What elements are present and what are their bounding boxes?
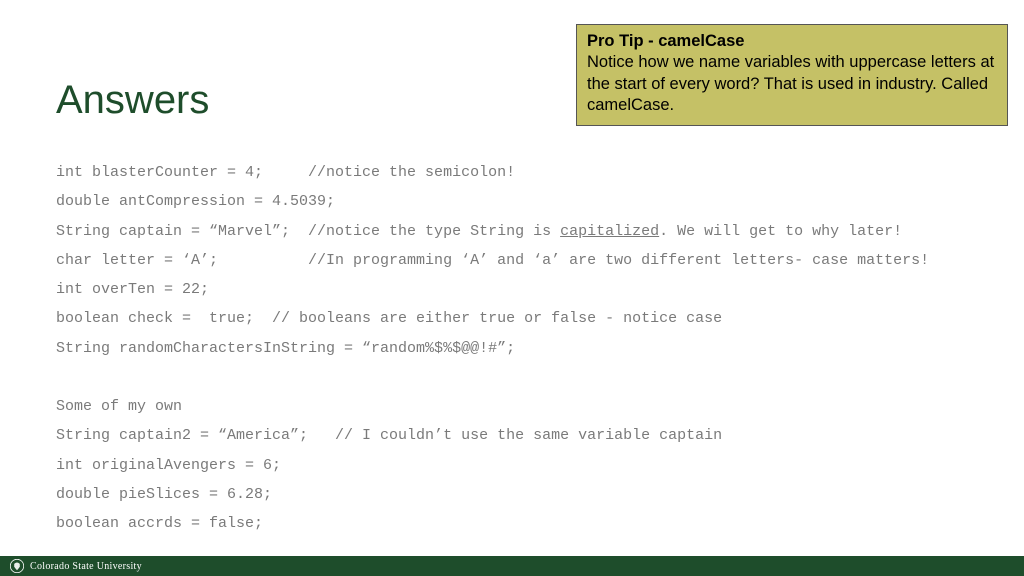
pro-tip-heading: Pro Tip - camelCase — [587, 31, 997, 52]
code-line: String captain = “Marvel”; //notice the … — [56, 223, 560, 240]
code-line: String randomCharactersInString = “rando… — [56, 340, 515, 357]
code-line: double antCompression = 4.5039; — [56, 193, 335, 210]
code-line: boolean check = true; // booleans are ei… — [56, 310, 722, 327]
csu-logo-icon — [10, 559, 24, 573]
code-line: String captain2 = “America”; // I couldn… — [56, 427, 722, 444]
code-block: int blasterCounter = 4; //notice the sem… — [56, 158, 996, 538]
pro-tip-body: Notice how we name variables with upperc… — [587, 52, 997, 116]
code-line: boolean accrds = false; — [56, 515, 263, 532]
code-line: double pieSlices = 6.28; — [56, 486, 272, 503]
code-line: int blasterCounter = 4; //notice the sem… — [56, 164, 515, 181]
page-title: Answers — [56, 78, 209, 123]
pro-tip-box: Pro Tip - camelCase Notice how we name v… — [576, 24, 1008, 126]
code-line: char letter = ‘A’; //In programming ‘A’ … — [56, 252, 929, 269]
code-line: . We will get to why later! — [659, 223, 902, 240]
code-line: int overTen = 22; — [56, 281, 209, 298]
code-line: int originalAvengers = 6; — [56, 457, 281, 474]
code-underline: capitalized — [560, 223, 659, 240]
footer-org: Colorado State University — [30, 561, 142, 572]
slide: Answers Pro Tip - camelCase Notice how w… — [0, 0, 1024, 576]
code-line: Some of my own — [56, 398, 182, 415]
footer-bar: Colorado State University — [0, 556, 1024, 576]
